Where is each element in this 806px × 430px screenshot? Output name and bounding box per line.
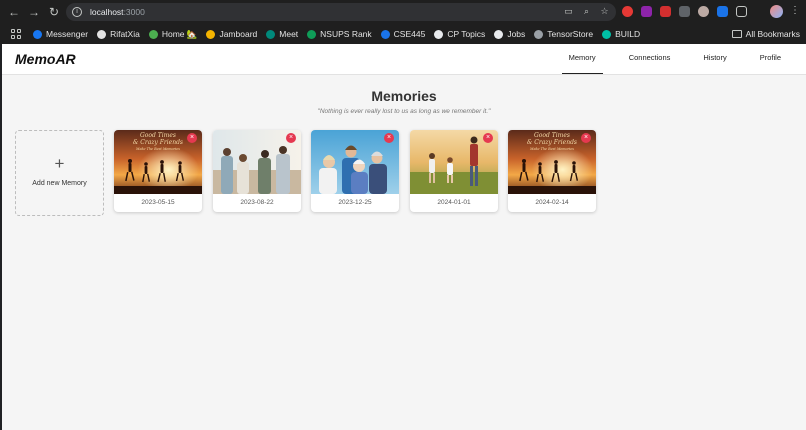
bookmark-label: Jamboard xyxy=(219,29,258,39)
nav-link-profile[interactable]: Profile xyxy=(753,44,788,74)
bookmark-label: Home 🏡 xyxy=(161,28,198,39)
page-title: Memories xyxy=(371,88,437,104)
bookmark-favicon-icon xyxy=(534,29,544,39)
bookmarks-bar: Messenger RifatXia Home 🏡 Jamboard Meet NSUPS… xyxy=(0,24,806,44)
svg-text:& Crazy Friends: & Crazy Friends xyxy=(133,139,183,146)
bookmark-label: RifatXia xyxy=(110,29,140,39)
bookmark-item[interactable]: RifatXia xyxy=(97,29,140,39)
reload-icon[interactable]: ↻ xyxy=(46,4,62,20)
bookmark-label: Meet xyxy=(279,29,299,39)
nav-link-connections[interactable]: Connections xyxy=(622,44,678,74)
memory-date: 2023-08-22 xyxy=(240,199,274,206)
extension-icon[interactable] xyxy=(622,6,633,17)
svg-text:Make The Best Memories: Make The Best Memories xyxy=(529,147,574,151)
url-text: localhost:3000 xyxy=(90,7,145,17)
browser-toolbar: ← → ↻ i localhost:3000 ▭ ⌕ ☆ ⋮ xyxy=(0,0,806,24)
memory-date: 2023-12-25 xyxy=(338,199,372,206)
apps-grid-icon[interactable] xyxy=(11,29,21,39)
bookmark-favicon-icon xyxy=(434,29,444,39)
memory-date: 2024-02-14 xyxy=(535,199,569,206)
back-arrow-icon[interactable]: ← xyxy=(6,4,22,20)
extension-icon[interactable] xyxy=(717,6,728,17)
profile-avatar[interactable] xyxy=(770,5,783,18)
bookmark-item[interactable]: CSE445 xyxy=(380,29,426,39)
svg-text:Make The Best Memories: Make The Best Memories xyxy=(135,147,180,151)
bookmark-label: NSUPS Rank xyxy=(320,29,372,39)
puzzle-extensions-icon[interactable] xyxy=(736,6,747,17)
memory-card[interactable]: Good Times & Crazy Friends Make The Best… xyxy=(508,130,596,212)
address-bar[interactable]: i localhost:3000 ▭ ⌕ ☆ xyxy=(66,3,616,21)
browser-chrome: ← → ↻ i localhost:3000 ▭ ⌕ ☆ ⋮ Messenger… xyxy=(0,0,806,44)
site-info-icon[interactable]: i xyxy=(72,7,82,17)
delete-memory-button[interactable]: × xyxy=(483,133,493,143)
bookmark-favicon-icon xyxy=(206,29,216,39)
bookmark-favicon-icon xyxy=(602,29,612,39)
svg-text:Good Times: Good Times xyxy=(140,132,176,139)
plus-icon: + xyxy=(54,154,65,173)
bookmark-favicon-icon xyxy=(33,29,42,39)
bookmark-item[interactable]: NSUPS Rank xyxy=(307,29,372,39)
delete-memory-button[interactable]: × xyxy=(286,133,296,143)
nav-links: Memory Connections History Profile xyxy=(543,44,788,74)
forward-arrow-icon[interactable]: → xyxy=(26,4,42,20)
extension-icon[interactable] xyxy=(660,6,671,17)
bookmark-item[interactable]: BUILD xyxy=(602,29,640,39)
memory-date: 2024-01-01 xyxy=(437,199,471,206)
bookmark-favicon-icon xyxy=(307,29,317,39)
page-quote: "Nothing is ever really lost to us as lo… xyxy=(317,108,491,115)
bookmark-label: TensorStore xyxy=(547,29,594,39)
extension-icon[interactable] xyxy=(679,6,690,17)
add-memory-label: Add new Memory xyxy=(32,180,87,187)
bookmark-item[interactable]: Home 🏡 xyxy=(148,28,198,40)
bookmark-item[interactable]: Jamboard xyxy=(206,29,257,39)
bookmark-item[interactable]: TensorStore xyxy=(534,29,593,39)
memory-card[interactable]: × 2023-08-22 xyxy=(213,130,301,212)
bookmark-item[interactable]: Meet xyxy=(266,29,298,39)
zoom-icon[interactable]: ⌕ xyxy=(581,6,592,17)
bookmark-item[interactable]: Jobs xyxy=(494,29,525,39)
bookmark-favicon-icon xyxy=(494,29,504,39)
bookmark-favicon-icon xyxy=(266,29,276,39)
add-memory-card[interactable]: + Add new Memory xyxy=(15,130,104,216)
cast-icon[interactable]: ▭ xyxy=(563,6,574,17)
nav-link-history[interactable]: History xyxy=(696,44,733,74)
bookmark-favicon-icon xyxy=(97,29,107,39)
bookmark-label: CP Topics xyxy=(447,29,486,39)
memory-card[interactable]: × 2023-12-25 xyxy=(311,130,399,212)
extension-icon[interactable] xyxy=(698,6,709,17)
brand-logo[interactable]: MemoAR xyxy=(15,51,76,67)
app-page: MemoAR Memory Connections History Profile M… xyxy=(2,44,806,430)
delete-memory-button[interactable]: × xyxy=(384,133,394,143)
folder-icon xyxy=(731,30,742,38)
bookmark-label: Messenger xyxy=(46,29,89,39)
svg-text:Good Times: Good Times xyxy=(534,132,570,139)
delete-memory-button[interactable]: × xyxy=(581,133,591,143)
more-menu-icon[interactable]: ⋮ xyxy=(790,4,800,18)
svg-text:& Crazy Friends: & Crazy Friends xyxy=(527,139,577,146)
delete-memory-button[interactable]: × xyxy=(187,133,197,143)
all-bookmarks[interactable]: All Bookmarks xyxy=(731,24,800,44)
bookmark-item[interactable]: Messenger xyxy=(33,29,88,39)
nav-link-memory[interactable]: Memory xyxy=(561,44,603,74)
extensions-row xyxy=(622,6,747,17)
navbar: MemoAR Memory Connections History Profile xyxy=(2,44,806,75)
memory-card[interactable]: × 2024-01-01 xyxy=(410,130,498,212)
bookmark-favicon-icon xyxy=(148,29,158,39)
bookmark-label: BUILD xyxy=(615,29,641,39)
bookmark-label: Jobs xyxy=(507,29,526,39)
memory-date: 2023-05-15 xyxy=(141,199,175,206)
bookmark-star-icon[interactable]: ☆ xyxy=(599,6,610,17)
bookmark-item[interactable]: CP Topics xyxy=(434,29,485,39)
bookmark-favicon-icon xyxy=(380,29,390,39)
bookmark-label: CSE445 xyxy=(393,29,426,39)
extension-icon[interactable] xyxy=(641,6,652,17)
memory-card[interactable]: Good Times & Crazy Friends Make The Best… xyxy=(114,130,202,212)
